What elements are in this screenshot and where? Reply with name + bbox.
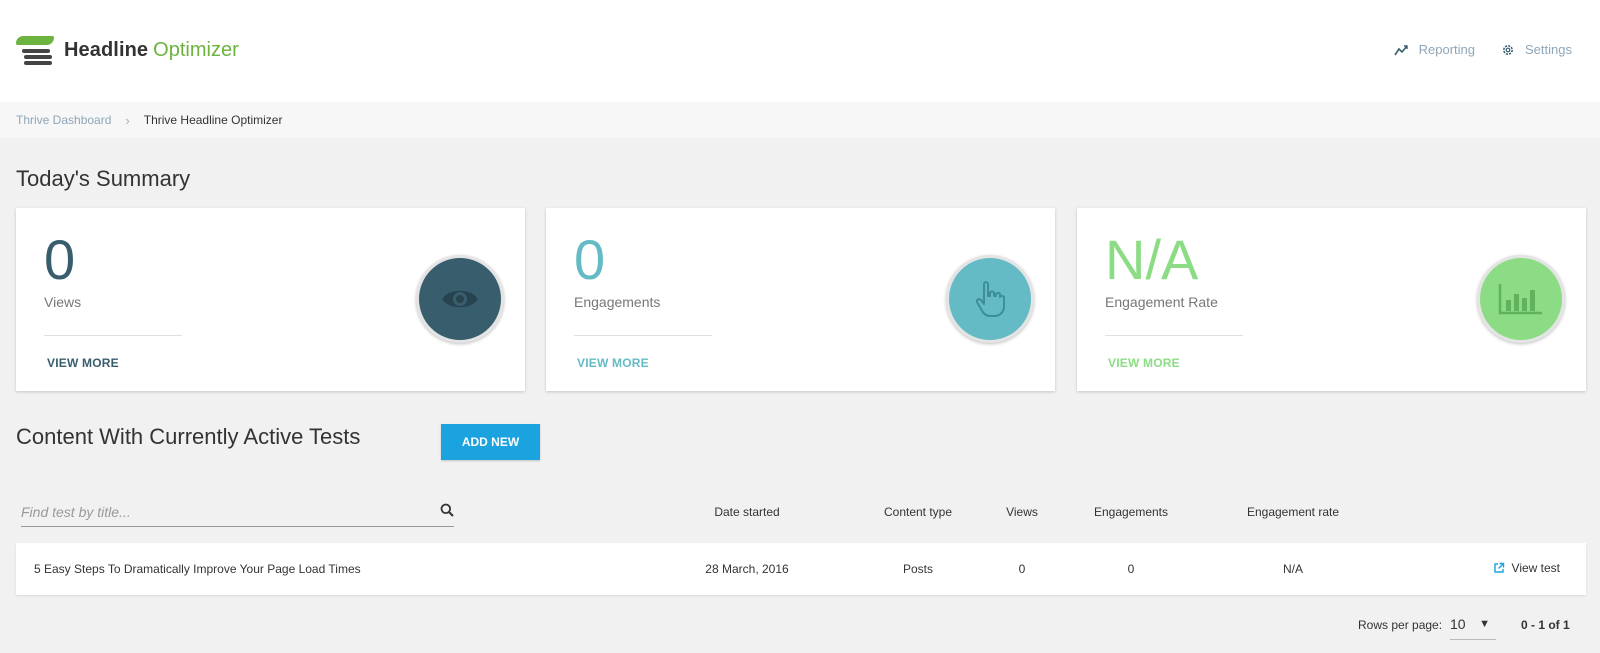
- nav-settings-label: Settings: [1525, 42, 1572, 57]
- nav-reporting-label: Reporting: [1418, 42, 1476, 57]
- engagement-rate-card: N/A Engagement Rate VIEW MORE: [1077, 208, 1586, 391]
- table-pager: Rows per page: 10 ▼ 0 - 1 of 1: [0, 612, 1600, 642]
- nav-reporting-link[interactable]: Reporting: [1393, 42, 1476, 57]
- search-field: [21, 498, 454, 527]
- rows-per-page-select[interactable]: 10 ▼: [1450, 614, 1496, 640]
- card-divider: [574, 335, 712, 336]
- card-divider: [44, 335, 182, 336]
- breadcrumb-current: Thrive Headline Optimizer: [143, 113, 283, 127]
- nav-settings-link[interactable]: Settings: [1501, 42, 1572, 57]
- engagement-rate-label: Engagement Rate: [1105, 294, 1218, 310]
- column-header-content-type[interactable]: Content type: [884, 505, 952, 519]
- column-header-engagements[interactable]: Engagements: [1094, 505, 1168, 519]
- engagements-label: Engagements: [574, 294, 661, 310]
- view-test-label: View test: [1511, 561, 1560, 575]
- pagination-range: 0 - 1 of 1: [1521, 618, 1570, 632]
- views-icon-badge: [416, 255, 504, 343]
- bar-chart-icon: [1498, 284, 1542, 315]
- views-card: 0 Views VIEW MORE: [16, 208, 525, 391]
- eye-icon: [442, 290, 478, 308]
- engagement-rate-view-more-link[interactable]: VIEW MORE: [1108, 356, 1180, 370]
- engagement-rate-value: N/A: [1105, 228, 1199, 291]
- row-engagement-rate: N/A: [1282, 562, 1304, 576]
- column-header-date-started[interactable]: Date started: [714, 505, 779, 519]
- logo-icon: [16, 36, 54, 65]
- active-tests-title: Content With Currently Active Tests: [16, 424, 361, 449]
- breadcrumb: Thrive Dashboard › Thrive Headline Optim…: [0, 102, 1600, 138]
- chart-line-icon: [1393, 44, 1408, 55]
- app-logo[interactable]: Headline Optimizer: [16, 36, 239, 65]
- column-header-engagement-rate[interactable]: Engagement rate: [1247, 505, 1339, 519]
- views-view-more-link[interactable]: VIEW MORE: [47, 356, 119, 370]
- views-label: Views: [44, 294, 82, 310]
- view-test-link[interactable]: View test: [1493, 561, 1560, 575]
- external-link-icon: [1493, 562, 1504, 573]
- search-icon[interactable]: [440, 503, 454, 517]
- table-row: 5 Easy Steps To Dramatically Improve You…: [16, 543, 1586, 595]
- top-header: Headline Optimizer Reporting Settings: [0, 0, 1600, 102]
- add-new-button[interactable]: ADD NEW: [441, 424, 540, 460]
- engagements-value: 0: [574, 228, 606, 291]
- row-content-type: Posts: [902, 562, 934, 576]
- row-title: 5 Easy Steps To Dramatically Improve You…: [34, 562, 361, 576]
- pointer-hand-icon: [975, 281, 1005, 317]
- row-date-started: 28 March, 2016: [705, 562, 789, 576]
- breadcrumb-dashboard-link[interactable]: Thrive Dashboard: [16, 113, 111, 127]
- rows-per-page-value: 10: [1450, 616, 1466, 632]
- app-name-accent: Optimizer: [153, 38, 239, 61]
- caret-down-icon: ▼: [1479, 618, 1490, 630]
- views-value: 0: [44, 228, 76, 291]
- breadcrumb-separator: ›: [125, 112, 130, 128]
- row-views: 0: [1018, 562, 1026, 576]
- summary-title: Today's Summary: [16, 166, 191, 191]
- column-header-views[interactable]: Views: [1006, 505, 1038, 519]
- app-name: Headline: [64, 38, 149, 61]
- row-engagements: 0: [1127, 562, 1135, 576]
- search-input[interactable]: [21, 501, 421, 523]
- engagements-icon-badge: [946, 255, 1034, 343]
- gear-icon: [1503, 44, 1513, 55]
- engagement-rate-icon-badge: [1477, 255, 1565, 343]
- engagements-card: 0 Engagements VIEW MORE: [546, 208, 1055, 391]
- rows-per-page-label: Rows per page:: [1358, 618, 1443, 632]
- engagements-view-more-link[interactable]: VIEW MORE: [577, 356, 649, 370]
- top-nav: Reporting Settings: [1368, 42, 1572, 57]
- card-divider: [1105, 335, 1243, 336]
